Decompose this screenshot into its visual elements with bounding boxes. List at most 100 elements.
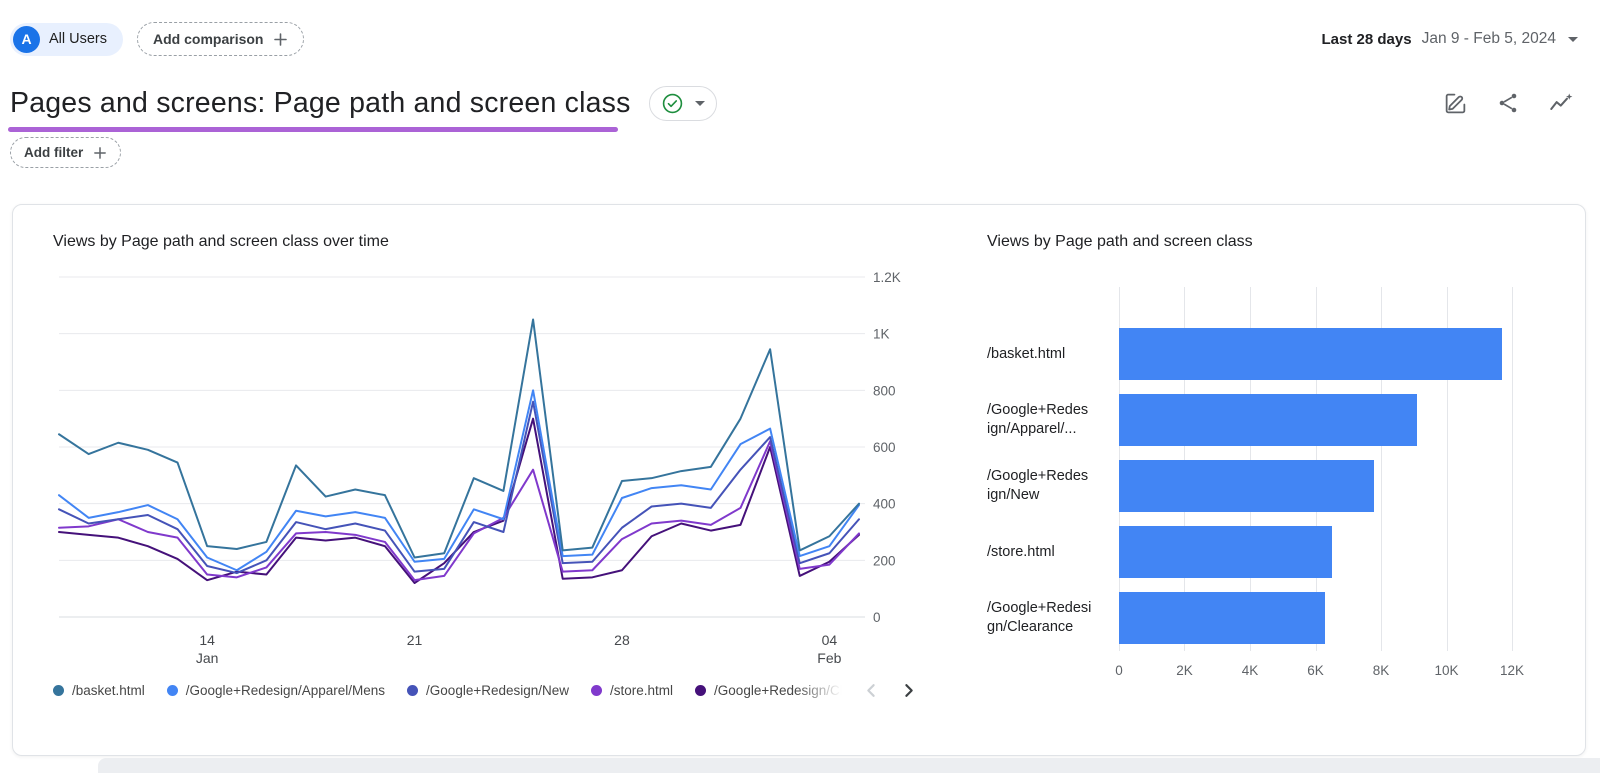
legend-label: /Google+Redesign/Clearance — [714, 683, 848, 698]
bar-row: /store.html — [987, 519, 1547, 585]
line-chart: 1.2K 1K 800 600 400 200 0 14 Jan 21 28 04 Feb — [53, 265, 913, 667]
x-tick-label: 10K — [1434, 663, 1458, 678]
page-title: Pages and screens: Page path and screen … — [10, 87, 631, 120]
x-tick-label: 0 — [1115, 663, 1123, 678]
legend: /basket.html/Google+Redesign/Apparel/Men… — [53, 683, 848, 698]
caret-down-icon — [1568, 37, 1578, 42]
topbar: A All Users Add comparison Last 28 days … — [10, 22, 1578, 56]
legend-next-icon[interactable] — [900, 682, 917, 699]
bar-category-label: /store.html — [987, 543, 1119, 562]
all-users-label: All Users — [49, 31, 107, 47]
legend-dot-icon — [591, 685, 602, 696]
bar-chart-panel: Views by Page path and screen class /bas… — [987, 233, 1547, 687]
bar-row: /basket.html — [987, 321, 1547, 387]
customize-report-button[interactable] — [1443, 91, 1468, 116]
y-tick-label: 1.2K — [873, 270, 901, 285]
bar — [1119, 460, 1374, 512]
title-row: Pages and screens: Page path and screen … — [10, 86, 717, 121]
bar-category-label: /basket.html — [987, 345, 1119, 364]
y-tick-label: 1K — [873, 327, 890, 342]
horizontal-scrollbar[interactable] — [98, 758, 1600, 773]
bar-category-label: /Google+Redes ign/New — [987, 467, 1119, 505]
check-circle-icon — [661, 92, 684, 115]
x-tick-label: 21 — [407, 632, 423, 648]
share-icon — [1496, 103, 1520, 118]
bar-row: /Google+Redes ign/New — [987, 453, 1547, 519]
x-tick-label: 4K — [1242, 663, 1259, 678]
add-filter-label: Add filter — [24, 145, 83, 160]
legend-label: /Google+Redesign/New — [426, 683, 569, 698]
caret-down-icon — [695, 101, 705, 106]
x-tick-label: 12K — [1500, 663, 1524, 678]
insights-icon — [1548, 104, 1574, 119]
plus-icon — [93, 146, 107, 160]
legend-nav — [863, 682, 917, 699]
bar-chart-rows: /basket.html/Google+Redes ign/Apparel/..… — [987, 287, 1547, 651]
bar-chart-title: Views by Page path and screen class — [987, 233, 1547, 251]
legend-item[interactable]: /Google+Redesign/Apparel/Mens — [167, 683, 385, 698]
line-chart-title: Views by Page path and screen class over… — [53, 233, 919, 251]
legend-prev-icon[interactable] — [863, 682, 880, 699]
bar — [1119, 328, 1502, 380]
legend-label: /basket.html — [72, 683, 145, 698]
report-card: Views by Page path and screen class over… — [12, 204, 1586, 756]
all-users-chip[interactable]: A All Users — [10, 23, 123, 56]
topbar-left: A All Users Add comparison — [10, 22, 304, 56]
bar — [1119, 526, 1332, 578]
bar-chart: /basket.html/Google+Redes ign/Apparel/..… — [987, 287, 1547, 687]
date-range-value: Jan 9 - Feb 5, 2024 — [1422, 30, 1556, 48]
add-filter-button[interactable]: Add filter — [10, 137, 121, 168]
legend-item[interactable]: /basket.html — [53, 683, 145, 698]
plus-icon — [273, 32, 288, 47]
legend-dot-icon — [407, 685, 418, 696]
bar-category-label: /Google+Redesi gn/Clearance — [987, 599, 1119, 637]
line-chart-panel: Views by Page path and screen class over… — [53, 233, 919, 703]
bar-track — [1119, 328, 1512, 380]
legend-item[interactable]: /Google+Redesign/Clearance — [695, 683, 848, 698]
legend-dot-icon — [695, 685, 706, 696]
legend-label: /store.html — [610, 683, 673, 698]
report-actions — [1443, 90, 1574, 116]
x-tick-label: 2K — [1176, 663, 1193, 678]
add-comparison-label: Add comparison — [153, 31, 263, 47]
legend-row: /basket.html/Google+Redesign/Apparel/Men… — [53, 677, 919, 703]
share-button[interactable] — [1496, 91, 1520, 115]
x-tick-label: 6K — [1307, 663, 1324, 678]
legend-label: /Google+Redesign/Apparel/Mens — [186, 683, 385, 698]
customize-report-icon — [1443, 104, 1468, 119]
bar — [1119, 592, 1325, 644]
bar-chart-x-axis: 02K4K6K8K10K12K — [1119, 663, 1512, 687]
x-tick-label: 8K — [1373, 663, 1390, 678]
bar-track — [1119, 460, 1512, 512]
bar-track — [1119, 394, 1512, 446]
avatar: A — [13, 26, 40, 53]
date-range-picker[interactable]: Last 28 days Jan 9 - Feb 5, 2024 — [1322, 30, 1578, 48]
x-tick-sublabel: Feb — [817, 650, 841, 666]
x-tick-sublabel: Jan — [196, 650, 219, 666]
legend-item[interactable]: /store.html — [591, 683, 673, 698]
date-range-label: Last 28 days — [1322, 31, 1412, 48]
bar-track — [1119, 526, 1512, 578]
x-tick-label: 28 — [614, 632, 630, 648]
bar-track — [1119, 592, 1512, 644]
bar-category-label: /Google+Redes ign/Apparel/... — [987, 401, 1119, 439]
x-tick-label: 14 — [199, 632, 215, 648]
legend-item[interactable]: /Google+Redesign/New — [407, 683, 569, 698]
x-tick-label: 04 — [822, 632, 838, 648]
report-status-pill[interactable] — [649, 86, 717, 121]
line-series — [59, 419, 859, 583]
legend-dot-icon — [167, 685, 178, 696]
bar — [1119, 394, 1417, 446]
bar-row: /Google+Redes ign/Apparel/... — [987, 387, 1547, 453]
insights-button[interactable] — [1548, 90, 1574, 116]
bar-row: /Google+Redesi gn/Clearance — [987, 585, 1547, 651]
y-tick-label: 0 — [873, 610, 881, 625]
add-comparison-button[interactable]: Add comparison — [137, 22, 304, 56]
y-tick-label: 600 — [873, 440, 896, 455]
y-tick-label: 800 — [873, 383, 896, 398]
purple-highlight-underline — [8, 127, 618, 132]
line-series — [59, 390, 859, 570]
y-tick-label: 200 — [873, 553, 896, 568]
legend-dot-icon — [53, 685, 64, 696]
y-tick-label: 400 — [873, 497, 896, 512]
